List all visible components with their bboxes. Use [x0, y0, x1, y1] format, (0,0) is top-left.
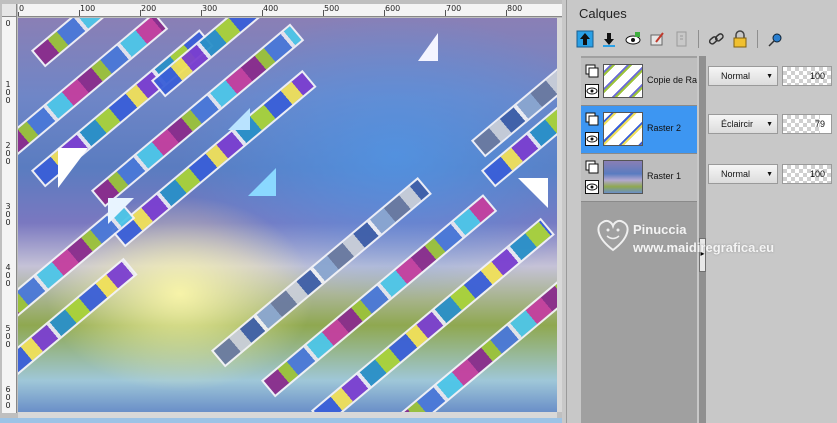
blend-mode-value: Normal	[721, 169, 751, 179]
layer-row[interactable]: Copie de Ras	[581, 58, 697, 106]
ruler-left-label: 4 0 0	[5, 263, 11, 288]
blend-mode-select[interactable]: Éclaircir ▼	[708, 114, 778, 134]
layer-group-icon[interactable]	[585, 64, 599, 78]
move-up-icon[interactable]	[575, 29, 595, 49]
canvas-triangle	[248, 168, 276, 196]
ruler-left-label: 5 0 0	[5, 324, 11, 349]
opacity-value: 100	[809, 169, 825, 179]
ruler-left: 0 1 0 0 2 0 0 3 0 0 4 0 0 5 0 0 6 0 0	[2, 17, 17, 413]
visibility-eye-icon[interactable]	[585, 84, 599, 98]
ruler-left-label: 1 0 0	[5, 80, 11, 105]
opacity-value: 100	[809, 71, 825, 81]
opacity-field[interactable]: 79	[782, 114, 832, 134]
canvas-area: 0 100 200 300 400 500 600 700 800 0 1 0 …	[0, 0, 562, 423]
watermark-name: Pinuccia	[633, 222, 687, 237]
visibility-eye-icon[interactable]	[585, 180, 599, 194]
layers-toolbar	[575, 28, 785, 50]
blend-mode-value: Éclaircir	[721, 119, 754, 129]
blend-mode-select[interactable]: Normal ▼	[708, 66, 778, 86]
pin-icon[interactable]	[765, 29, 785, 49]
ruler-corner	[2, 4, 17, 17]
layer-controls: Normal ▼ 100	[708, 64, 837, 88]
move-down-icon[interactable]	[599, 29, 619, 49]
ruler-top-ticks	[18, 10, 507, 16]
opacity-field[interactable]: 100	[782, 66, 832, 86]
layer-group-icon[interactable]	[585, 112, 599, 126]
toolbar-separator	[698, 30, 699, 48]
lock-icon[interactable]	[730, 29, 750, 49]
link-icon[interactable]	[706, 29, 726, 49]
ruler-top: 0 100 200 300 400 500 600 700 800	[18, 4, 562, 17]
layer-controls: Normal ▼ 100	[708, 162, 837, 186]
layer-thumbnail	[603, 160, 643, 194]
layer-row[interactable]: Raster 1	[581, 154, 697, 202]
blend-mode-select[interactable]: Normal ▼	[708, 164, 778, 184]
toolbar-separator	[757, 30, 758, 48]
blend-mode-value: Normal	[721, 71, 751, 81]
layer-name: Raster 1	[647, 171, 682, 181]
panel-title: Calques	[579, 6, 627, 21]
layer-group-icon[interactable]	[585, 160, 599, 174]
canvas-triangle	[228, 108, 250, 130]
layer-thumbnail	[603, 112, 643, 146]
layer-name: Copie de Ras	[647, 75, 697, 85]
layer-thumbnail	[603, 64, 643, 98]
opacity-field[interactable]: 100	[782, 164, 832, 184]
canvas-triangle	[108, 198, 134, 224]
ruler-left-label: 2 0 0	[5, 141, 11, 166]
ruler-left-label: 3 0 0	[5, 202, 11, 227]
layer-name: Raster 2	[647, 123, 682, 133]
status-strip	[0, 418, 562, 423]
layer-controls: Éclaircir ▼ 79	[708, 112, 837, 136]
canvas-triangle	[418, 33, 438, 61]
opacity-value: 79	[814, 119, 825, 129]
vertical-scrollbar[interactable]	[557, 18, 562, 412]
paint-brush-icon[interactable]	[647, 29, 667, 49]
layers-panel: Calques Copie de Ras Raster 2 Raster 1 ▸…	[566, 0, 837, 423]
dropdown-arrow-icon: ▼	[766, 73, 773, 80]
ruler-left-label: 0	[5, 19, 11, 28]
visibility-eye-icon[interactable]	[585, 132, 599, 146]
ghost-layer-icon[interactable]	[671, 29, 691, 49]
heart-smiley-icon	[597, 219, 629, 252]
image-canvas[interactable]	[18, 18, 557, 412]
layer-row-selected[interactable]: Raster 2	[581, 106, 697, 154]
ruler-left-label: 6 0 0	[5, 385, 11, 410]
eye-view-icon[interactable]	[623, 29, 643, 49]
dropdown-arrow-icon: ▼	[766, 171, 773, 178]
watermark-url: www.maidiregrafica.eu	[633, 240, 775, 255]
canvas-triangle	[58, 148, 88, 188]
dropdown-arrow-icon: ▼	[766, 121, 773, 128]
canvas-triangle	[518, 178, 548, 208]
